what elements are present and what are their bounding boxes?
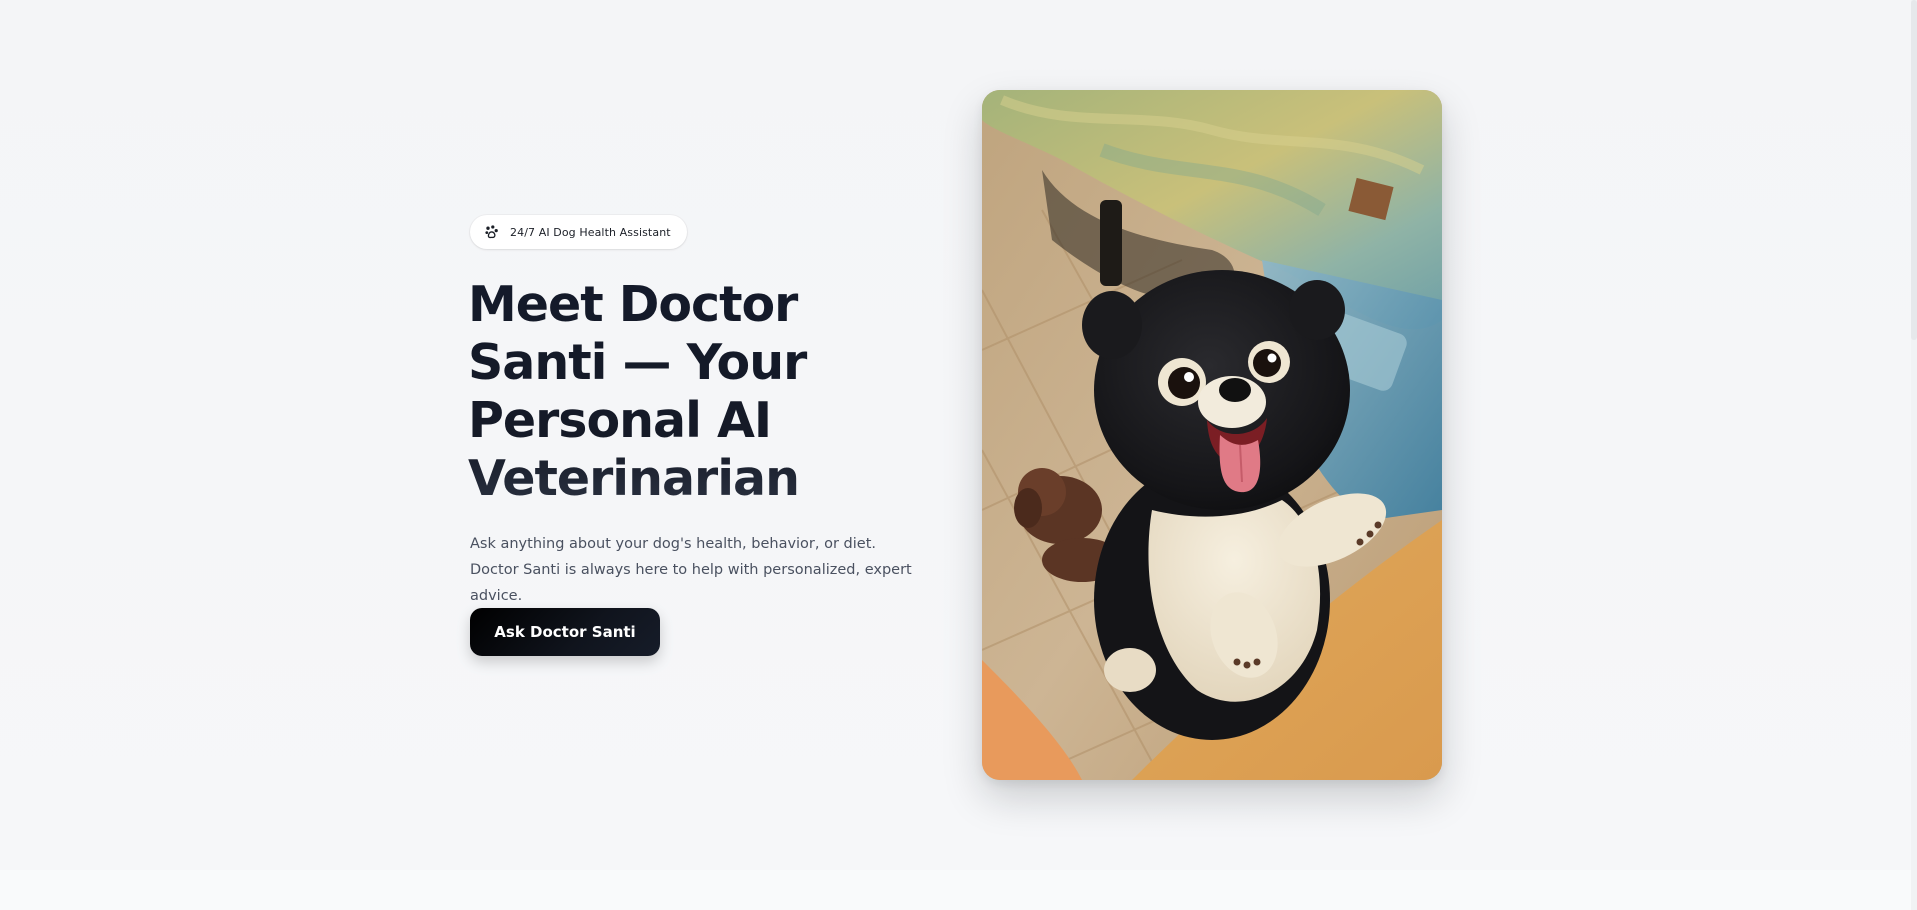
- hero-image: [982, 90, 1442, 780]
- hero-headline: Meet Doctor Santi — Your Personal AI Vet…: [468, 276, 888, 508]
- badge-text: 24/7 AI Dog Health Assistant: [510, 225, 671, 239]
- paw-icon: [484, 224, 500, 240]
- ask-doctor-santi-button[interactable]: Ask Doctor Santi: [470, 608, 660, 656]
- scrollbar-thumb[interactable]: [1911, 0, 1917, 340]
- next-section: [0, 870, 1917, 910]
- page: 24/7 AI Dog Health Assistant Meet Doctor…: [0, 0, 1917, 910]
- hero-section: 24/7 AI Dog Health Assistant Meet Doctor…: [0, 0, 1917, 870]
- hero-badge: 24/7 AI Dog Health Assistant: [470, 215, 687, 249]
- hero-subtext: Ask anything about your dog's health, be…: [470, 536, 912, 604]
- scrollbar[interactable]: [1911, 0, 1917, 910]
- puppy-illustration: [982, 90, 1442, 780]
